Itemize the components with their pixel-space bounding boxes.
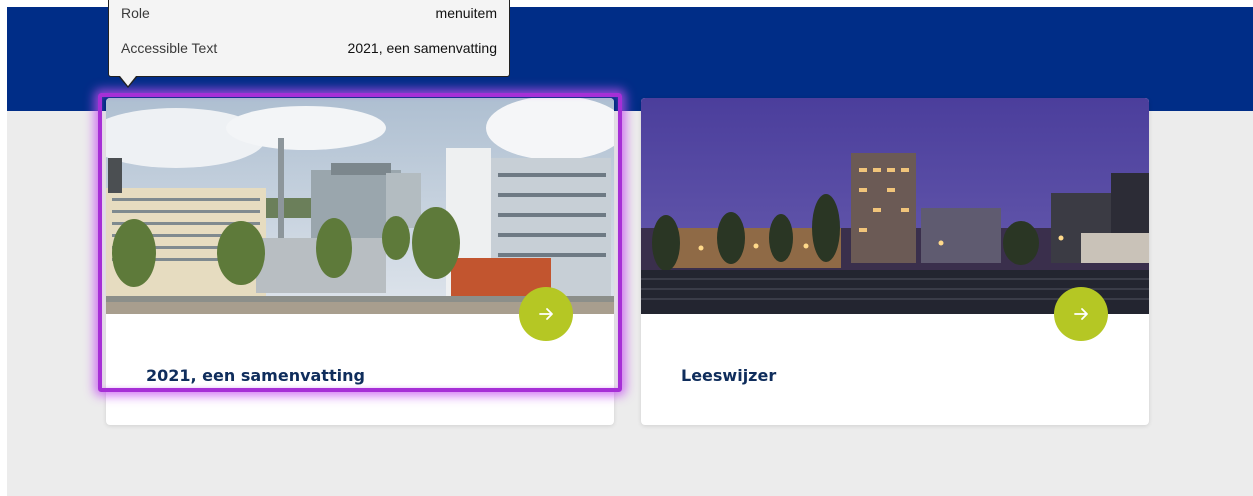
arrow-right-icon <box>1074 308 1088 320</box>
city-night-photo <box>641 98 1149 314</box>
go-button[interactable] <box>1054 287 1108 341</box>
tooltip-key: Role <box>121 5 150 21</box>
tooltip-key: Accessible Text <box>121 40 218 56</box>
card-title: Leeswijzer <box>681 366 777 385</box>
go-button[interactable] <box>519 287 573 341</box>
tooltip-value: 2021, een samenvatting <box>347 40 497 56</box>
card-leeswijzer[interactable]: Leeswijzer <box>641 98 1149 425</box>
tooltip-value: menuitem <box>435 5 497 21</box>
card-2021-summary[interactable]: 2021, een samenvatting <box>106 98 614 425</box>
tooltip-pointer-fill <box>120 76 136 86</box>
card-title: 2021, een samenvatting <box>146 366 365 385</box>
arrow-right-icon <box>539 308 553 320</box>
accessibility-tooltip: Role menuitem Accessible Text 2021, een … <box>108 0 510 77</box>
tooltip-row-accessible-text: Accessible Text 2021, een samenvatting <box>121 40 497 60</box>
city-daytime-photo <box>106 98 614 314</box>
tooltip-row-role: Role menuitem <box>121 5 497 25</box>
